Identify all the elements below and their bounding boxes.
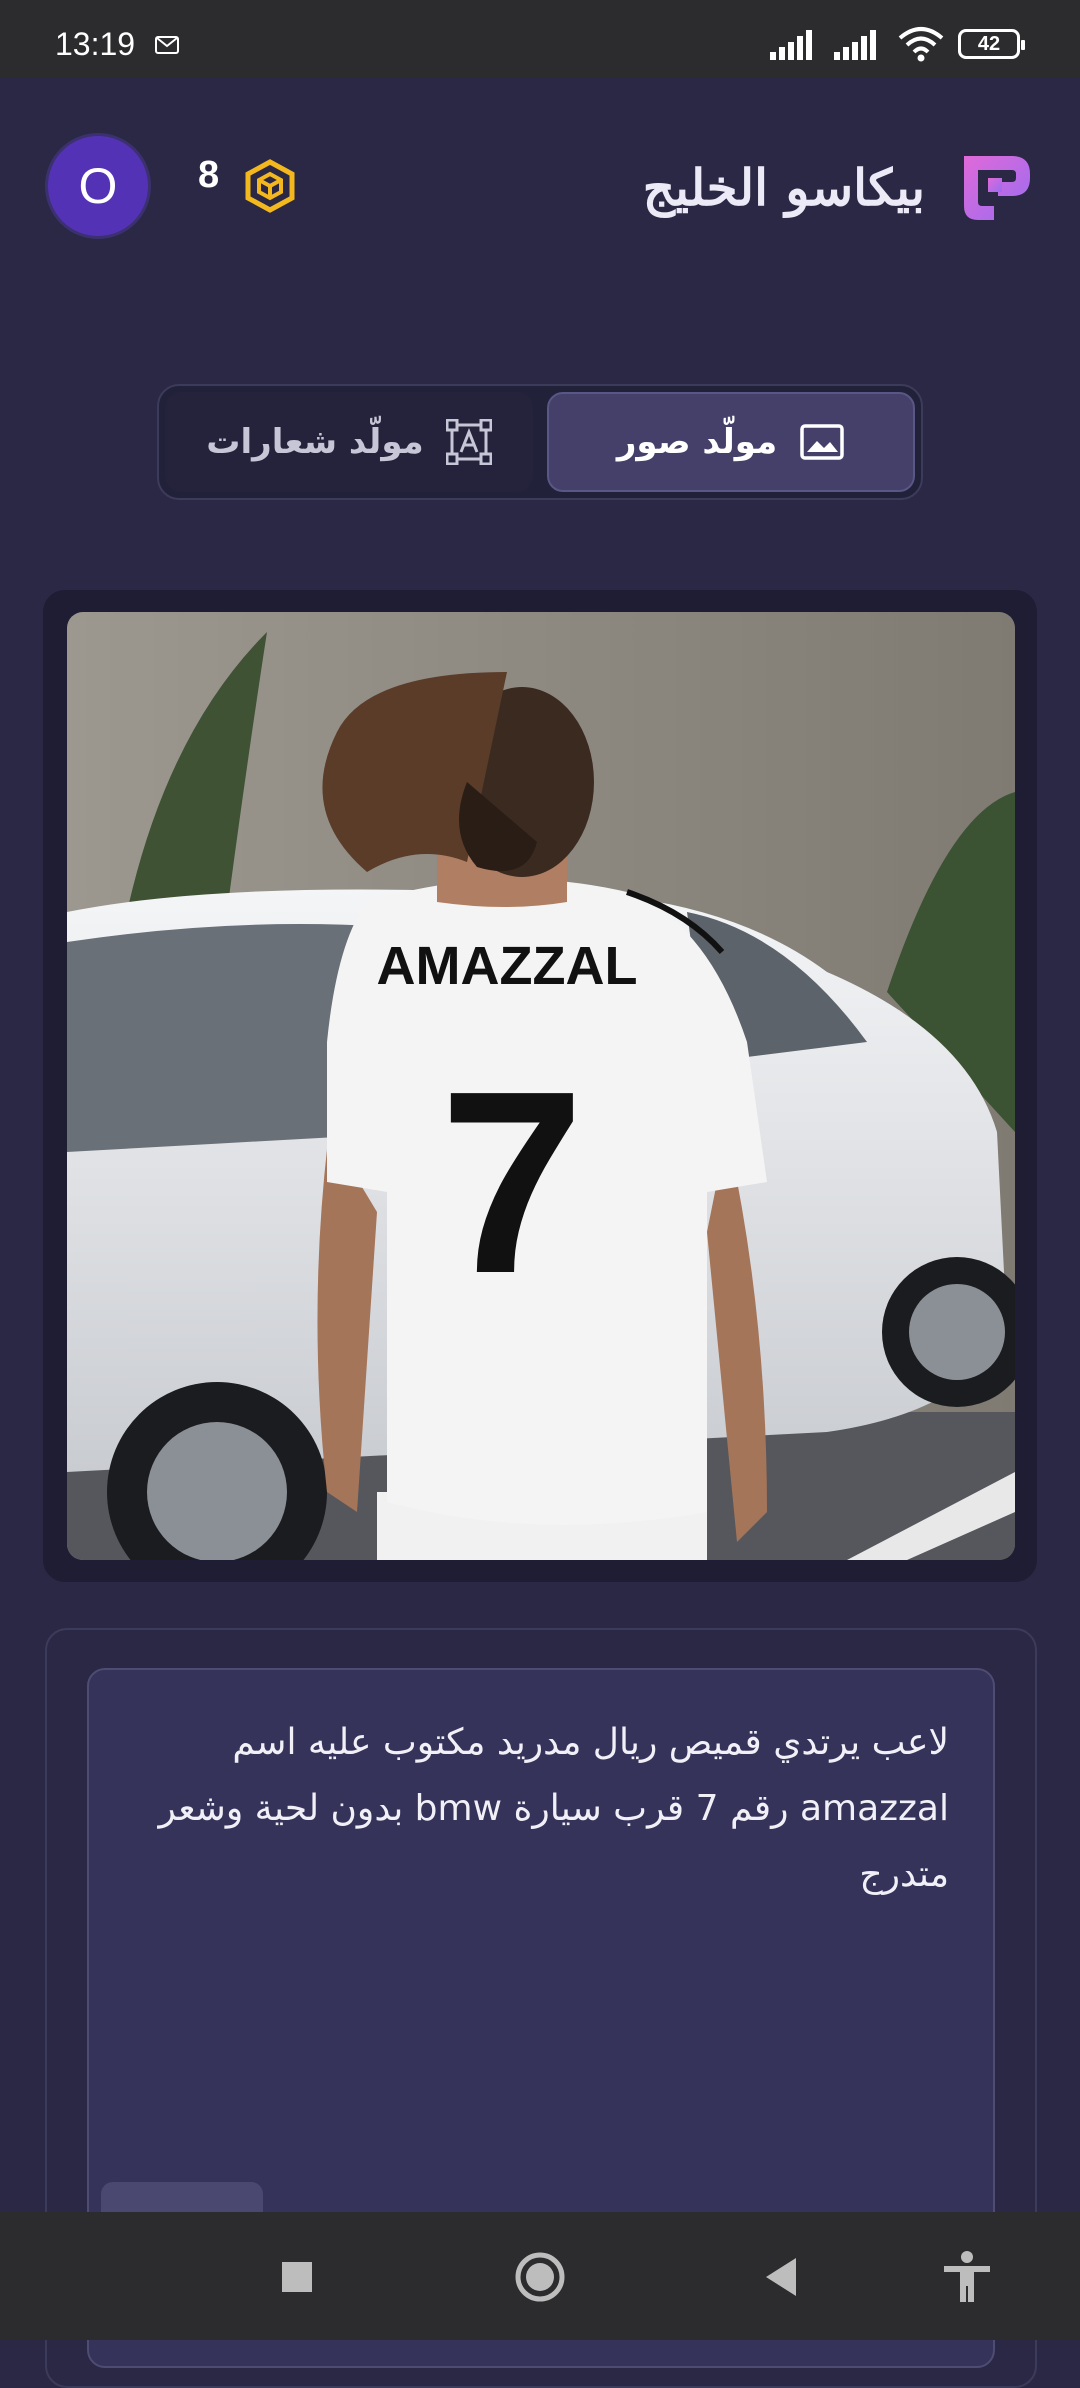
mail-icon — [155, 36, 179, 54]
avatar[interactable]: O — [45, 133, 151, 239]
generated-image-drawing: AMAZZAL 7 — [67, 612, 1015, 1560]
tab-logo-generator[interactable]: مولّد شعارات — [165, 392, 533, 492]
generator-tabs: مولّد صور مولّد شعارات — [157, 384, 923, 500]
image-icon — [800, 424, 844, 460]
brand-logo-icon — [964, 156, 1030, 220]
back-triangle-icon[interactable] — [756, 2250, 810, 2304]
tab-image-generator[interactable]: مولّد صور — [547, 392, 915, 492]
signal-icon — [770, 30, 812, 60]
battery-icon: 42 — [958, 29, 1025, 59]
jersey-name-text: AMAZZAL — [377, 936, 638, 996]
tab-label: مولّد صور — [616, 422, 778, 462]
app-header: O 8 بيكاسو الخليج — [0, 78, 1080, 298]
system-nav-bar — [0, 2212, 1080, 2340]
credits-count: 8 — [198, 154, 220, 196]
coin-icon — [245, 159, 295, 213]
status-bar: 13:19 42 — [0, 0, 1080, 78]
status-icons: 42 — [770, 24, 1025, 64]
jersey-number-text: 7 — [440, 1038, 585, 1328]
prompt-text[interactable]: لاعب يرتدي قميص ريال مدريد مكتوب عليه اس… — [149, 1710, 949, 1908]
brand-name: بيكاسو الخليج — [642, 158, 925, 217]
generated-image[interactable]: AMAZZAL 7 — [67, 612, 1015, 1560]
avatar-letter: O — [78, 158, 118, 214]
battery-level: 42 — [977, 32, 1001, 55]
generated-image-card: AMAZZAL 7 — [43, 590, 1037, 1582]
tab-label: مولّد شعارات — [206, 422, 424, 462]
status-time: 13:19 — [55, 26, 136, 62]
home-circle-icon[interactable] — [513, 2250, 567, 2304]
signal-icon — [834, 30, 876, 60]
stop-square-icon[interactable] — [270, 2250, 324, 2304]
accessibility-icon[interactable] — [940, 2250, 994, 2304]
text-frame-icon — [445, 419, 492, 465]
wifi-icon — [898, 27, 944, 62]
